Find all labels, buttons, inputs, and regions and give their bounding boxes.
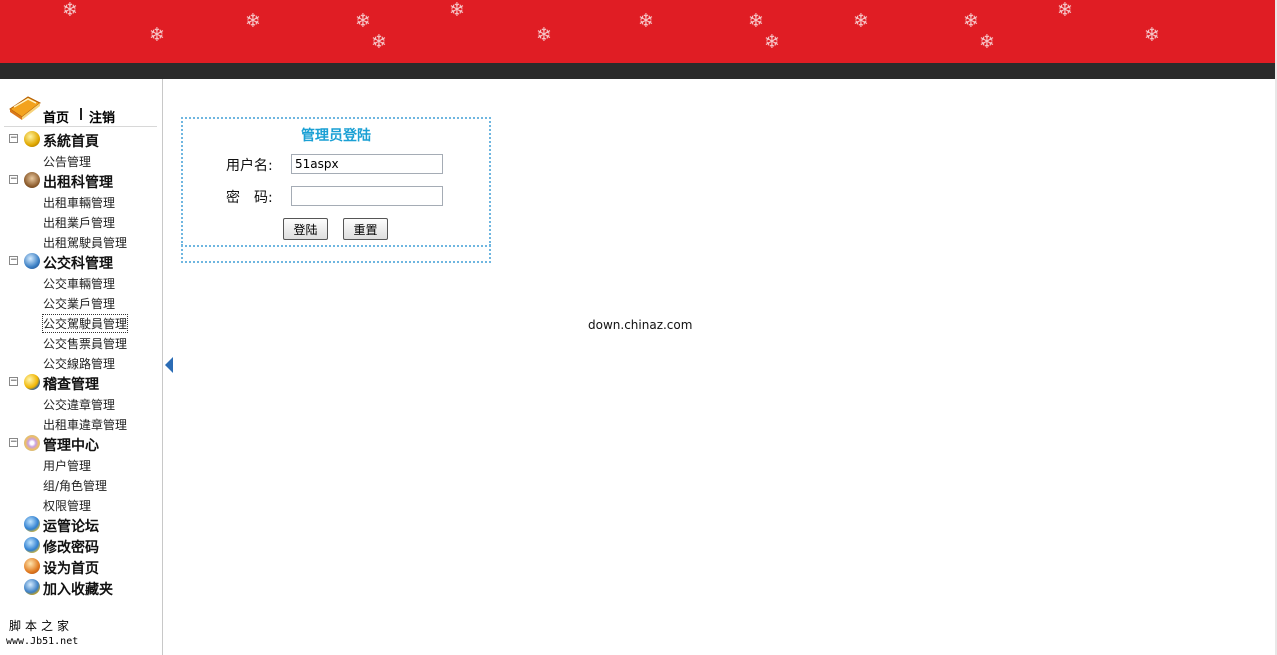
sidebar: 首页 注销 − 系統首頁 公告管理 − 出租科管理 出租車輛管理 出租業戶管理 …	[0, 79, 163, 655]
snowflake-icon: ❄	[963, 10, 979, 32]
header-banner: ❄ ❄ ❄ ❄ ❄ ❄ ❄ ❄ ❄ ❄ ❄ ❄ ❄ ❄ ❄	[0, 0, 1275, 63]
link-label[interactable]: 运管论坛	[43, 516, 99, 536]
tree-item-bus-operator[interactable]: 公交業戶管理	[0, 292, 162, 312]
snowflake-icon: ❄	[355, 10, 371, 32]
logout-link[interactable]: 注销	[89, 107, 115, 126]
collapse-toggle-icon[interactable]: −	[9, 438, 18, 447]
tree-section-label[interactable]: 管理中心	[43, 435, 99, 455]
footer-site-url: www.Jb51.net	[6, 636, 79, 647]
home-link[interactable]: 首页	[43, 107, 69, 126]
earth-icon	[24, 516, 40, 532]
header-divider-bar	[0, 63, 1275, 79]
password-label: 密 码:	[226, 190, 273, 206]
tree-section-inspection[interactable]: − 稽查管理	[0, 372, 162, 393]
tree-item-bus-route[interactable]: 公交線路管理	[0, 352, 162, 372]
tree-section-label[interactable]: 系統首頁	[43, 131, 99, 151]
login-panel: 管理员登陆 用户名: 密 码: 登陆 重置	[181, 117, 491, 247]
link-label[interactable]: 修改密码	[43, 537, 99, 557]
link-set-homepage[interactable]: 设为首页	[0, 556, 162, 577]
watermark-text: down.chinaz.com	[588, 318, 693, 332]
link-forum[interactable]: 运管论坛	[0, 514, 162, 535]
login-panel-footer	[181, 244, 491, 263]
snowflake-icon: ❄	[1057, 0, 1073, 21]
owl-icon	[24, 172, 40, 188]
tree-item-taxi-vehicle[interactable]: 出租車輛管理	[0, 191, 162, 211]
login-button[interactable]: 登陆	[283, 218, 328, 240]
tree-section-label[interactable]: 稽查管理	[43, 374, 99, 394]
snowflake-icon: ❄	[536, 24, 552, 46]
snowflake-icon: ❄	[149, 24, 165, 46]
link-label[interactable]: 设为首页	[43, 558, 99, 578]
snowflake-icon: ❄	[449, 0, 465, 21]
tree-section-label[interactable]: 公交科管理	[43, 253, 113, 273]
username-input[interactable]	[291, 154, 443, 174]
tree-section-admin-center[interactable]: − 管理中心	[0, 433, 162, 454]
favorites-icon	[24, 579, 40, 595]
snowflake-icon: ❄	[245, 10, 261, 32]
tree-item-taxi-driver[interactable]: 出租駕駛員管理	[0, 231, 162, 251]
tree-item-bus-violation[interactable]: 公交違章管理	[0, 393, 162, 413]
login-title: 管理员登陆	[301, 128, 371, 144]
tree-item-bus-vehicle[interactable]: 公交車輛管理	[0, 272, 162, 292]
snowflake-icon: ❄	[371, 31, 387, 53]
password-input[interactable]	[291, 186, 443, 206]
tree-item-notice-management[interactable]: 公告管理	[0, 150, 162, 170]
tree-section-system-home[interactable]: − 系統首頁	[0, 129, 162, 150]
moon-icon	[24, 374, 40, 390]
nav-tree: − 系統首頁 公告管理 − 出租科管理 出租車輛管理 出租業戶管理 出租駕駛員管…	[0, 129, 162, 598]
tree-item-taxi-violation[interactable]: 出租車違章管理	[0, 413, 162, 433]
tree-section-label[interactable]: 出租科管理	[43, 172, 113, 192]
snowflake-icon: ❄	[748, 10, 764, 32]
earth-icon	[24, 537, 40, 553]
sidebar-top-divider	[4, 126, 157, 127]
sidebar-collapse-arrow-icon[interactable]	[165, 357, 173, 373]
snowflake-icon: ❄	[979, 31, 995, 53]
link-add-favorites[interactable]: 加入收藏夹	[0, 577, 162, 598]
sidebar-top-nav: 首页 注销	[8, 89, 158, 126]
tree-section-taxi[interactable]: − 出租科管理	[0, 170, 162, 191]
nav-separator	[80, 108, 82, 120]
tree-section-bus[interactable]: − 公交科管理	[0, 251, 162, 272]
snowflake-icon: ❄	[62, 0, 78, 21]
tree-item-taxi-operator[interactable]: 出租業戶管理	[0, 211, 162, 231]
collapse-toggle-icon[interactable]: −	[9, 134, 18, 143]
snowflake-icon: ❄	[638, 10, 654, 32]
tree-item-user-management[interactable]: 用户管理	[0, 454, 162, 474]
tree-item-bus-driver[interactable]: 公交駕駛員管理	[0, 312, 162, 333]
tree-item-role-management[interactable]: 组/角色管理	[0, 474, 162, 494]
book-icon	[9, 96, 41, 120]
cd-icon	[24, 435, 40, 451]
tree-item-bus-conductor[interactable]: 公交售票員管理	[0, 332, 162, 352]
link-label[interactable]: 加入收藏夹	[43, 579, 113, 599]
footer-site-name: 脚本之家	[9, 619, 74, 633]
globe-icon	[24, 253, 40, 269]
collapse-toggle-icon[interactable]: −	[9, 377, 18, 386]
collapse-toggle-icon[interactable]: −	[9, 175, 18, 184]
collapse-toggle-icon[interactable]: −	[9, 256, 18, 265]
snowflake-icon: ❄	[1144, 24, 1160, 46]
link-change-password[interactable]: 修改密码	[0, 535, 162, 556]
tree-item-permission-management[interactable]: 权限管理	[0, 494, 162, 514]
home-page-icon	[24, 558, 40, 574]
reset-button[interactable]: 重置	[343, 218, 388, 240]
snowflake-icon: ❄	[853, 10, 869, 32]
yellow-orb-icon	[24, 131, 40, 147]
snowflake-icon: ❄	[764, 31, 780, 53]
username-label: 用户名:	[226, 158, 273, 174]
